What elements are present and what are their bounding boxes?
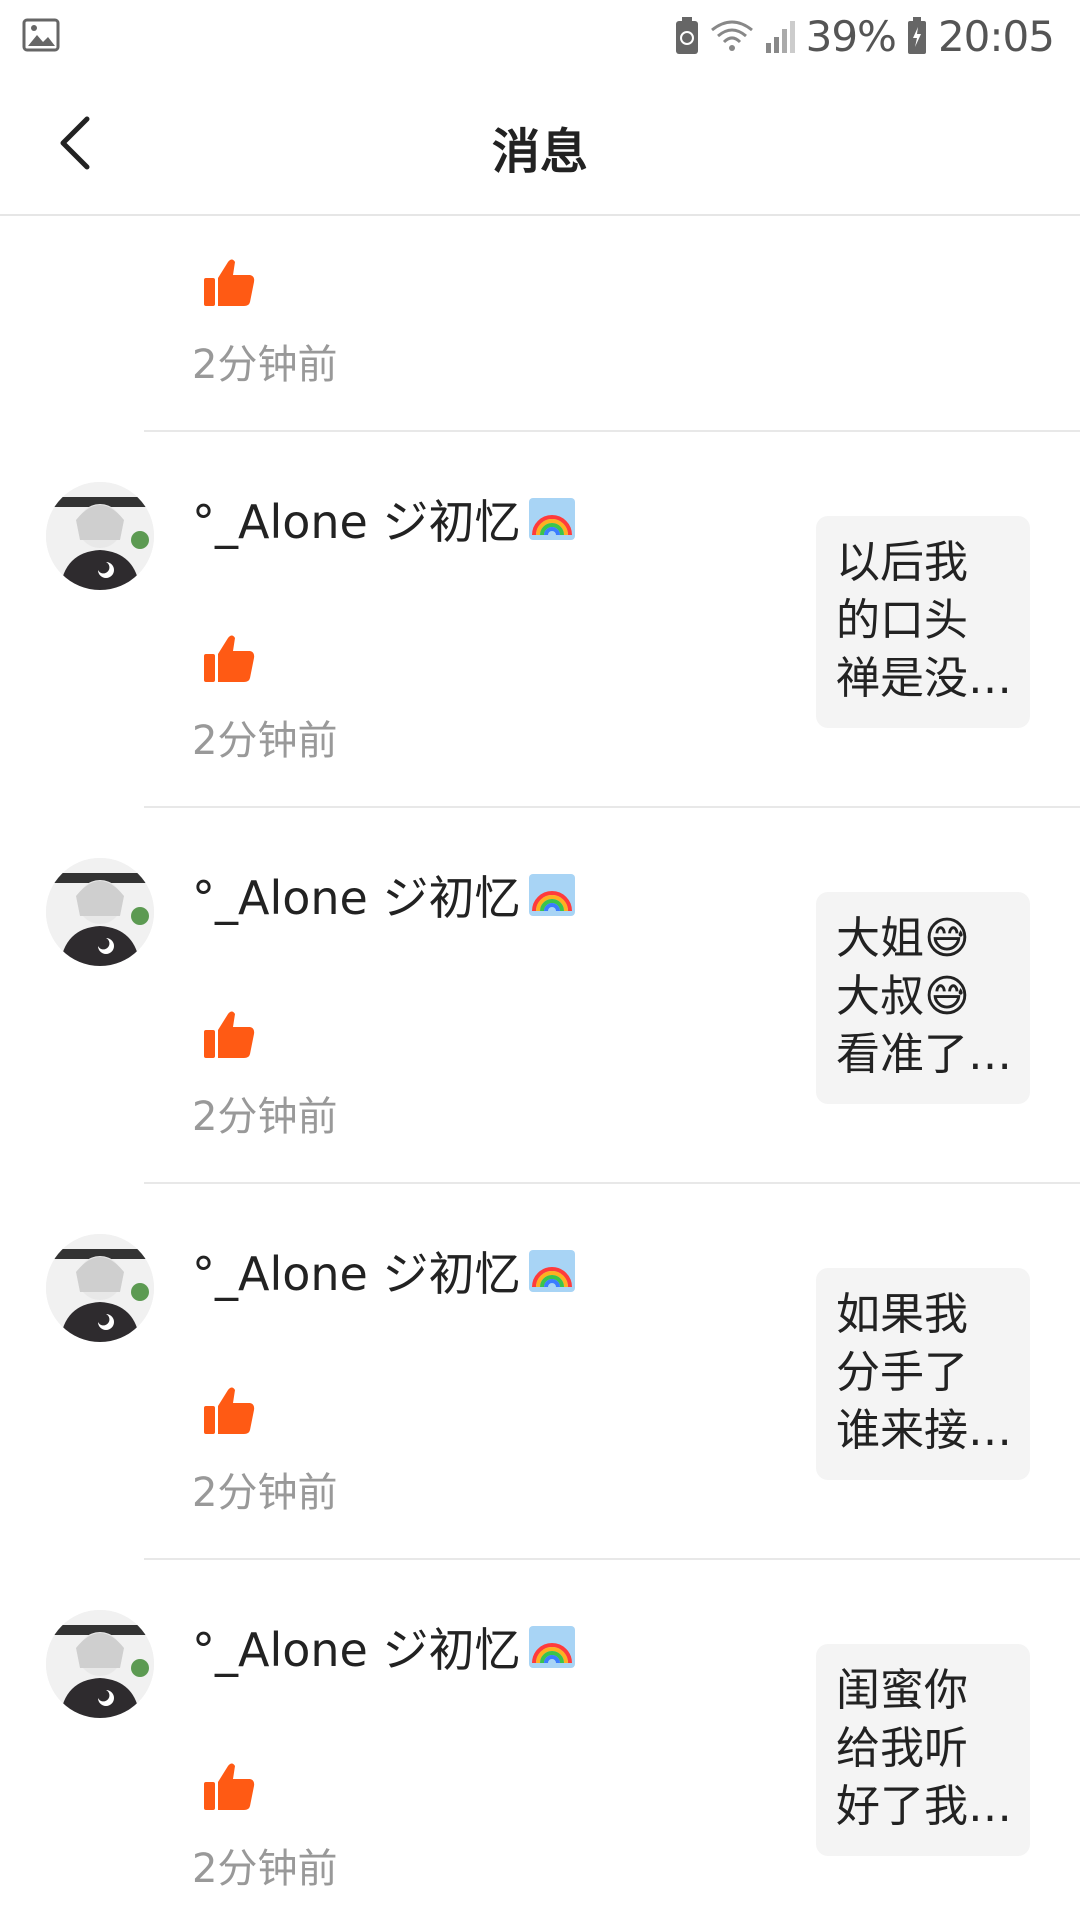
thumbs-up-icon [204,1387,255,1434]
username[interactable]: °_Alone ジ初忆 [192,862,576,928]
preview-line: 大叔😅 [836,971,970,1022]
battery-percent: 39% [805,11,897,61]
preview-line: 分手了 [836,1347,968,1398]
avatar[interactable] [46,482,154,590]
username-text: °_Alone ジ初忆 [192,1247,521,1301]
avatar[interactable] [46,1234,154,1342]
battery-icon [907,17,926,54]
username[interactable]: °_Alone ジ初忆 [192,1238,576,1304]
status-bar: 39% 20:05 [0,0,1080,72]
username[interactable]: °_Alone ジ初忆 [192,1614,576,1680]
preview-line: 的口头 [836,595,968,646]
timestamp: 2分钟前 [192,342,338,388]
thumbs-up-icon [204,635,255,682]
avatar[interactable] [46,858,154,966]
thumbs-up-icon [204,1011,255,1058]
username-text: °_Alone ジ初忆 [192,871,521,925]
signal-icon [765,21,795,53]
list-item[interactable]: °_Alone ジ初忆 2分钟前 闺蜜你 给我听 好了我… [0,1560,1080,1920]
message-preview[interactable]: 如果我 分手了 谁来接… [816,1268,1030,1480]
avatar-image [46,1234,154,1342]
username[interactable]: °_Alone ジ初忆 [192,486,576,552]
message-list[interactable]: 2分钟前 来 °_Alone ジ初忆 [0,216,1080,1920]
avatar[interactable] [46,1610,154,1718]
avatar-image [46,1610,154,1718]
rainbow-icon [529,874,576,916]
clock: 20:05 [937,11,1055,61]
username-text: °_Alone ジ初忆 [192,1623,521,1677]
rainbow-icon [529,498,576,540]
preview-line: 以后我 [836,537,968,588]
list-item[interactable]: °_Alone ジ初忆 2分钟前 如果我 分手了 谁来接… [0,1184,1080,1560]
preview-line: 好了我… [836,1781,1010,1832]
image-icon [22,18,60,52]
preview-line: 如果我 [836,1289,968,1340]
preview-line: 看准了… [836,1029,1010,1080]
timestamp: 2分钟前 [192,1094,338,1140]
message-preview[interactable]: 大姐😅 大叔😅 看准了… [816,892,1030,1104]
timestamp: 2分钟前 [192,1846,338,1892]
thumbs-up-icon [204,1763,255,1810]
rainbow-icon [529,1250,576,1292]
preview-line: 大姐😅 [836,913,970,964]
message-preview[interactable]: 闺蜜你 给我听 好了我… [816,1644,1030,1856]
avatar-image [46,482,154,590]
list-item[interactable]: 2分钟前 来 [0,216,1080,432]
wifi-icon [710,20,753,51]
header: 消息 [0,72,1080,216]
rainbow-icon [529,1626,576,1668]
preview-line: 闺蜜你 [836,1665,968,1716]
message-preview[interactable]: 以后我 的口头 禅是没… [816,516,1030,728]
thumbs-up-icon [204,259,255,306]
page-title: 消息 [491,124,588,180]
preview-line: 给我听 [836,1723,968,1774]
avatar-image [46,858,154,966]
preview-line: 禅是没… [836,653,1010,704]
list-item[interactable]: °_Alone ジ初忆 2分钟前 以后我 的口头 禅是没… [0,432,1080,808]
username-text: °_Alone ジ初忆 [192,495,521,549]
timestamp: 2分钟前 [192,1470,338,1516]
list-item[interactable]: °_Alone ジ初忆 2分钟前 大姐😅 大叔😅 看准了… [0,808,1080,1184]
preview-line: 谁来接… [836,1405,1010,1456]
battery-saver-icon [675,17,698,54]
timestamp: 2分钟前 [192,718,338,764]
